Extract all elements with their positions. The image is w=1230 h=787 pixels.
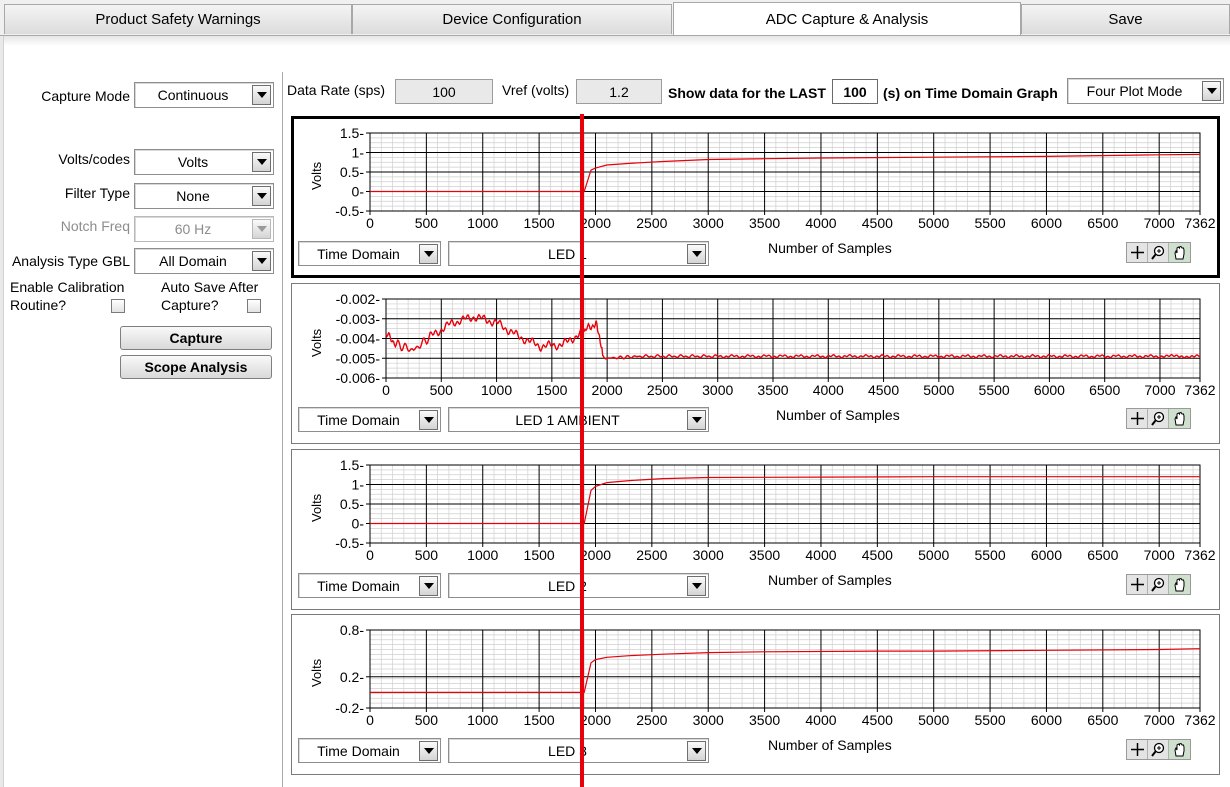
y-axis-label: Volts: [309, 328, 324, 357]
analysis-type-value: All Domain: [159, 253, 227, 269]
tab-bar: Product Safety Warnings Device Configura…: [0, 0, 1230, 36]
zoom-icon[interactable]: [1148, 409, 1169, 428]
domain-value: Time Domain: [317, 411, 400, 428]
channel-dropdown[interactable]: LED 1: [448, 241, 709, 266]
pan-hand-icon[interactable]: [1169, 243, 1190, 262]
channel-dropdown[interactable]: LED 2: [448, 573, 709, 598]
chevron-down-icon[interactable]: [419, 741, 438, 761]
tab-adc-capture-analysis[interactable]: ADC Capture & Analysis: [673, 2, 1021, 35]
auto-save-checkbox[interactable]: [247, 299, 261, 313]
channel-dropdown[interactable]: LED 1 AMBIENT: [448, 407, 709, 432]
x-axis-label: Number of Samples: [768, 572, 892, 588]
zoom-icon[interactable]: [1148, 243, 1169, 262]
chevron-down-icon[interactable]: [419, 576, 438, 596]
graph-tools: [1126, 739, 1191, 760]
auto-save-label-2: Capture?: [161, 297, 219, 313]
domain-dropdown[interactable]: Time Domain: [298, 407, 441, 432]
chevron-down-icon[interactable]: [252, 85, 271, 105]
pan-hand-icon[interactable]: [1169, 575, 1190, 594]
show-last-field[interactable]: 100: [832, 79, 878, 104]
capture-mode-dropdown[interactable]: Continuous: [134, 82, 274, 108]
channel-value: LED 1: [548, 245, 587, 262]
channel-value: LED 1 AMBIENT: [515, 411, 620, 428]
scope-analysis-button[interactable]: Scope Analysis: [120, 355, 272, 379]
analysis-type-dropdown[interactable]: All Domain: [134, 248, 274, 274]
channel-value: LED 3: [548, 742, 587, 759]
tab-product-safety-warnings[interactable]: Product Safety Warnings: [4, 4, 352, 34]
chevron-down-icon[interactable]: [687, 741, 706, 761]
show-last-suffix: (s) on Time Domain Graph: [883, 85, 1058, 101]
graph-tools: [1126, 574, 1191, 595]
panel-separator: [282, 72, 283, 787]
volts-codes-dropdown[interactable]: Volts: [134, 149, 274, 175]
domain-value: Time Domain: [317, 245, 400, 262]
y-axis-label: Volts: [309, 658, 324, 687]
show-last-label: Show data for the LAST: [668, 85, 826, 101]
channel-dropdown[interactable]: LED 3: [448, 738, 709, 763]
filter-type-label: Filter Type: [64, 185, 130, 201]
domain-dropdown[interactable]: Time Domain: [298, 738, 441, 763]
chevron-down-icon[interactable]: [419, 244, 438, 264]
tab-shadow: [0, 36, 1230, 46]
domain-value: Time Domain: [317, 742, 400, 759]
plot-mode-value: Four Plot Mode: [1086, 83, 1183, 99]
domain-dropdown[interactable]: Time Domain: [298, 241, 441, 266]
auto-save-label: Auto Save After: [161, 279, 259, 295]
chevron-down-icon[interactable]: [687, 576, 706, 596]
domain-dropdown[interactable]: Time Domain: [298, 573, 441, 598]
x-axis-label: Number of Samples: [768, 737, 892, 753]
chevron-down-icon[interactable]: [252, 186, 271, 206]
capture-mode-value: Continuous: [157, 87, 229, 103]
domain-value: Time Domain: [317, 577, 400, 594]
graph-tools: [1126, 242, 1191, 263]
data-rate-label: Data Rate (sps): [287, 82, 386, 98]
analysis-type-label: Analysis Type GBL: [11, 253, 130, 269]
y-axis-label: Volts: [309, 161, 324, 190]
enable-calibration-label: Enable Calibration: [10, 279, 125, 295]
volts-codes-label: Volts/codes: [58, 151, 130, 167]
pan-hand-icon[interactable]: [1169, 740, 1190, 759]
x-axis-label: Number of Samples: [776, 407, 900, 423]
volts-codes-value: Volts: [177, 154, 209, 170]
enable-calibration-label-2: Routine?: [10, 297, 67, 313]
tab-label: ADC Capture & Analysis: [765, 10, 929, 28]
chevron-down-icon[interactable]: [1202, 81, 1221, 101]
chevron-down-icon[interactable]: [687, 244, 706, 264]
capture-mode-label: Capture Mode: [41, 88, 130, 104]
tab-label: Device Configuration: [442, 11, 582, 28]
filter-type-dropdown[interactable]: None: [134, 183, 274, 209]
tab-save[interactable]: Save: [1021, 4, 1230, 34]
chevron-down-icon[interactable]: [687, 410, 706, 430]
crosshair-icon[interactable]: [1127, 243, 1148, 262]
x-axis-label: Number of Samples: [768, 240, 892, 256]
notch-freq-label: Notch Freq: [60, 218, 130, 234]
plot-mode-dropdown[interactable]: Four Plot Mode: [1067, 78, 1224, 104]
y-axis-label: Volts: [309, 493, 324, 522]
sample-cursor-line[interactable]: [580, 114, 584, 787]
tab-label: Product Safety Warnings: [95, 11, 261, 28]
vref-field[interactable]: 1.2: [576, 79, 662, 104]
graph-tools: [1126, 408, 1191, 429]
left-edge: [0, 36, 4, 787]
vref-label: Vref (volts): [502, 82, 570, 98]
zoom-icon[interactable]: [1148, 740, 1169, 759]
pan-hand-icon[interactable]: [1169, 409, 1190, 428]
data-rate-field[interactable]: 100: [395, 79, 493, 104]
chevron-down-icon[interactable]: [252, 152, 271, 172]
crosshair-icon[interactable]: [1127, 740, 1148, 759]
enable-calibration-checkbox[interactable]: [111, 299, 125, 313]
chevron-down-icon[interactable]: [252, 251, 271, 271]
filter-type-value: None: [176, 188, 210, 204]
crosshair-icon[interactable]: [1127, 409, 1148, 428]
capture-button[interactable]: Capture: [120, 326, 272, 350]
chevron-down-icon[interactable]: [419, 410, 438, 430]
notch-freq-dropdown[interactable]: 60 Hz: [134, 216, 274, 242]
chevron-down-icon[interactable]: [252, 219, 271, 239]
notch-freq-value: 60 Hz: [174, 221, 212, 237]
crosshair-icon[interactable]: [1127, 575, 1148, 594]
tab-device-configuration[interactable]: Device Configuration: [352, 4, 672, 34]
channel-value: LED 2: [548, 577, 587, 594]
tab-label: Save: [1108, 11, 1143, 28]
zoom-icon[interactable]: [1148, 575, 1169, 594]
